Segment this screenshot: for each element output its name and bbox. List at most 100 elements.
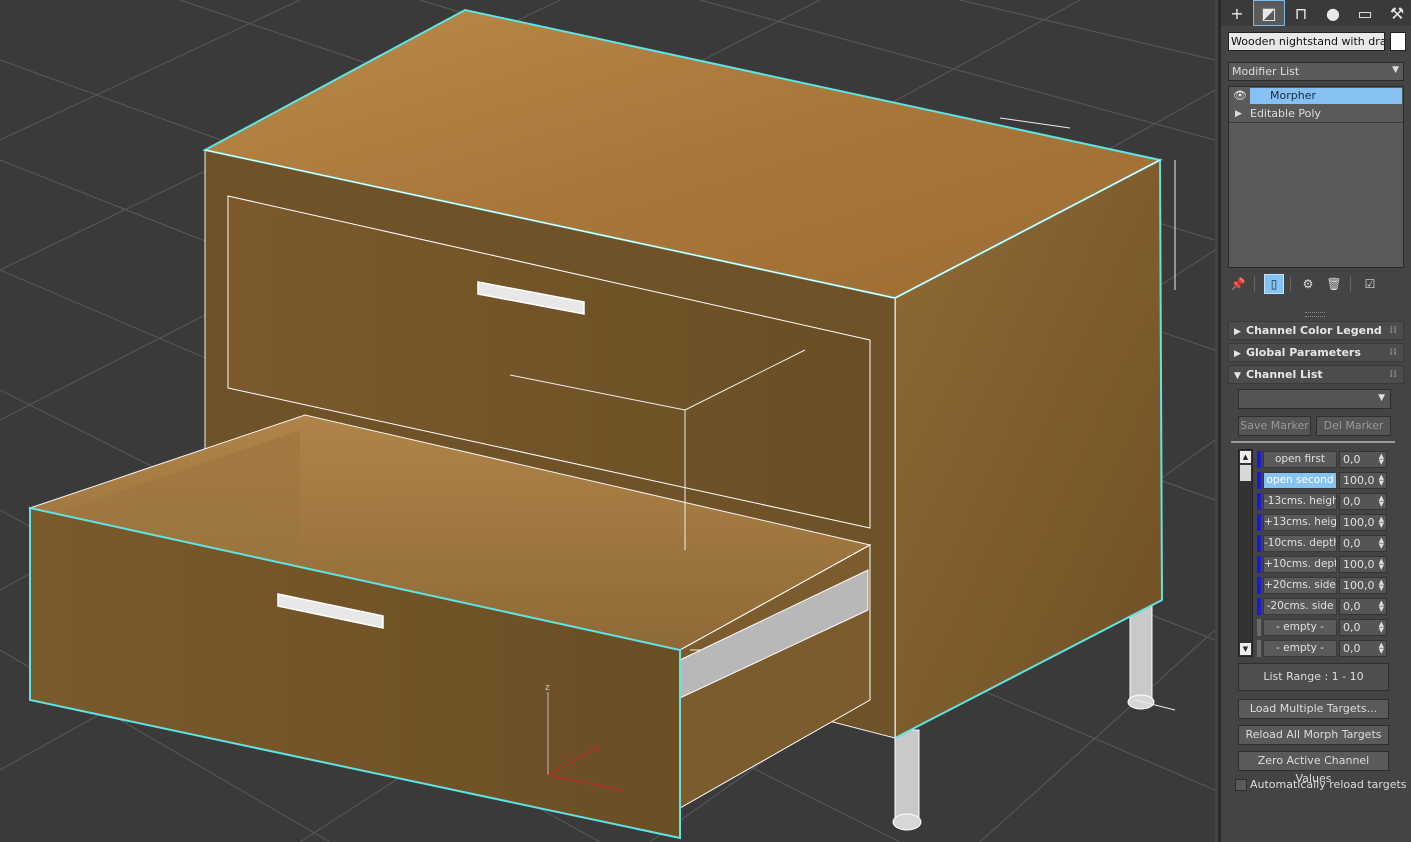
rollout-channel-color-legend[interactable]: ▶ Channel Color Legend ⁞⁞	[1228, 321, 1404, 340]
make-unique-icon[interactable]: ⚙	[1298, 274, 1318, 294]
channel-row[interactable]: +10cms. depth 100,0 ▲ ▼	[1257, 555, 1407, 574]
divider	[1254, 276, 1255, 292]
rollout-title: Channel Color Legend	[1246, 324, 1382, 337]
load-multiple-targets-button[interactable]: Load Multiple Targets...	[1238, 699, 1389, 719]
chevron-down-icon: ▼	[1392, 65, 1399, 75]
gizmo-z-label: z	[545, 683, 550, 693]
spinner-arrows-icon[interactable]: ▲ ▼	[1379, 474, 1384, 487]
spinner-arrows-icon[interactable]: ▲ ▼	[1379, 537, 1384, 550]
drag-handle-icon[interactable]: ⁞⁞	[1389, 366, 1397, 383]
channel-value-spinner[interactable]: 0,0 ▲ ▼	[1339, 598, 1387, 615]
channel-row[interactable]: -10cms. depth 0,0 ▲ ▼	[1257, 534, 1407, 553]
modify-tab-icon[interactable]: ◩	[1253, 0, 1285, 26]
channel-name-button[interactable]: open second	[1263, 472, 1337, 489]
spinner-arrows-icon[interactable]: ▲ ▼	[1379, 579, 1384, 592]
expanded-triangle-icon: ▼	[1234, 371, 1241, 381]
spinner-arrows-icon[interactable]: ▲ ▼	[1379, 495, 1384, 508]
stack-item-editable-poly[interactable]: ▶ Editable Poly	[1229, 105, 1403, 122]
save-marker-button[interactable]: Save Marker	[1238, 416, 1311, 436]
channel-value: 0,0	[1343, 621, 1361, 634]
channel-name-button[interactable]: +10cms. depth	[1263, 556, 1337, 573]
channel-scrollbar[interactable]: ▲ ▼	[1238, 449, 1253, 657]
channel-value-spinner[interactable]: 100,0 ▲ ▼	[1339, 514, 1387, 531]
command-panel-tabs: + ◩ ⊓ ● ▭ ⚒	[1221, 0, 1411, 26]
create-tab-icon[interactable]: +	[1221, 0, 1253, 26]
stack-item-label: Morpher	[1250, 88, 1402, 104]
object-name-field[interactable]: Wooden nightstand with drawer	[1228, 32, 1385, 51]
channel-value-spinner[interactable]: 0,0 ▲ ▼	[1339, 619, 1387, 636]
channel-name-button[interactable]: -10cms. depth	[1263, 535, 1337, 552]
channel-value-spinner[interactable]: 0,0 ▲ ▼	[1339, 640, 1387, 657]
channel-row[interactable]: open first 0,0 ▲ ▼	[1257, 450, 1407, 469]
channel-name-button[interactable]: +13cms. height	[1263, 514, 1337, 531]
zero-active-channel-values-button[interactable]: Zero Active Channel Values	[1238, 751, 1389, 785]
marker-dropdown[interactable]: ▼	[1238, 389, 1391, 409]
panel-resize-grip[interactable]	[1305, 312, 1325, 317]
rollout-global-parameters[interactable]: ▶ Global Parameters ⁞⁞	[1228, 343, 1404, 362]
del-marker-button[interactable]: Del Marker	[1316, 416, 1391, 436]
drag-handle-icon[interactable]: ⁞⁞	[1389, 322, 1397, 339]
channel-value-spinner[interactable]: 0,0 ▲ ▼	[1339, 493, 1387, 510]
channel-name-button[interactable]: - empty -	[1263, 619, 1337, 636]
show-end-result-icon[interactable]: ▯	[1264, 274, 1284, 294]
channel-name-button[interactable]: open first	[1263, 451, 1337, 468]
channel-value-spinner[interactable]: 100,0 ▲ ▼	[1339, 577, 1387, 594]
channel-name-button[interactable]: -13cms. height	[1263, 493, 1337, 510]
modifier-list-label: Modifier List	[1232, 65, 1300, 78]
remove-modifier-icon[interactable]: 🗑	[1324, 274, 1344, 294]
channel-value: 0,0	[1343, 495, 1361, 508]
hierarchy-tab-icon[interactable]: ⊓	[1285, 0, 1317, 26]
channel-color-bar	[1257, 619, 1261, 636]
configure-modifier-sets-icon[interactable]: ☑	[1360, 274, 1380, 294]
expand-triangle-icon[interactable]: ▶	[1235, 106, 1242, 122]
spinner-arrows-icon[interactable]: ▲ ▼	[1379, 558, 1384, 571]
reload-all-morph-targets-button[interactable]: Reload All Morph Targets	[1238, 725, 1389, 745]
scroll-up-icon[interactable]: ▲	[1240, 451, 1251, 463]
channel-value-spinner[interactable]: 0,0 ▲ ▼	[1339, 451, 1387, 468]
channel-color-bar	[1257, 598, 1261, 615]
channel-row[interactable]: open second 100,0 ▲ ▼	[1257, 471, 1407, 490]
channel-color-bar	[1257, 556, 1261, 573]
channel-row[interactable]: +20cms. side 100,0 ▲ ▼	[1257, 576, 1407, 595]
divider	[1290, 276, 1291, 292]
rollout-title: Global Parameters	[1246, 346, 1361, 359]
stack-item-morpher[interactable]: 👁 Morpher	[1229, 87, 1403, 104]
channel-row[interactable]: - empty - 0,0 ▲ ▼	[1257, 618, 1407, 637]
channel-name-button[interactable]: - empty -	[1263, 640, 1337, 657]
modifier-list-dropdown[interactable]: Modifier List ▼	[1228, 62, 1404, 81]
channel-row[interactable]: - empty - 0,0 ▲ ▼	[1257, 639, 1407, 658]
auto-reload-option[interactable]: Automatically reload targets	[1235, 778, 1407, 791]
channel-row[interactable]: -20cms. side 0,0 ▲ ▼	[1257, 597, 1407, 616]
channel-row[interactable]: -13cms. height 0,0 ▲ ▼	[1257, 492, 1407, 511]
utilities-tab-icon[interactable]: ⚒	[1381, 0, 1411, 26]
spinner-arrows-icon[interactable]: ▲ ▼	[1379, 516, 1384, 529]
perspective-viewport[interactable]: z y	[0, 0, 1215, 842]
channel-value-spinner[interactable]: 100,0 ▲ ▼	[1339, 472, 1387, 489]
display-tab-icon[interactable]: ▭	[1349, 0, 1381, 26]
spinner-arrows-icon[interactable]: ▲ ▼	[1379, 642, 1384, 655]
spinner-arrows-icon[interactable]: ▲ ▼	[1379, 453, 1384, 466]
viewport-scene: z y	[0, 0, 1215, 842]
eye-icon[interactable]: 👁	[1233, 88, 1249, 104]
command-panel: + ◩ ⊓ ● ▭ ⚒ Wooden nightstand with drawe…	[1218, 0, 1411, 842]
channel-color-bar	[1257, 514, 1261, 531]
channel-value: 0,0	[1343, 453, 1361, 466]
channel-name-button[interactable]: -20cms. side	[1263, 598, 1337, 615]
object-color-swatch[interactable]	[1390, 32, 1406, 51]
spinner-arrows-icon[interactable]: ▲ ▼	[1379, 600, 1384, 613]
channel-value-spinner[interactable]: 100,0 ▲ ▼	[1339, 556, 1387, 573]
auto-reload-checkbox[interactable]	[1235, 779, 1247, 791]
rollout-channel-list[interactable]: ▼ Channel List ⁞⁞	[1228, 365, 1404, 384]
scroll-down-icon[interactable]: ▼	[1240, 643, 1251, 655]
drag-handle-icon[interactable]: ⁞⁞	[1389, 344, 1397, 361]
scroll-thumb[interactable]	[1240, 465, 1251, 481]
channel-name-button[interactable]: +20cms. side	[1263, 577, 1337, 594]
channel-row[interactable]: +13cms. height 100,0 ▲▼	[1257, 513, 1407, 532]
channel-value-spinner[interactable]: 0,0 ▲ ▼	[1339, 535, 1387, 552]
channel-value: 0,0	[1343, 537, 1361, 550]
pin-stack-icon[interactable]: 📌	[1228, 274, 1248, 294]
spinner-arrows-icon[interactable]: ▲ ▼	[1379, 621, 1384, 634]
channel-color-bar	[1257, 640, 1261, 657]
modifier-stack: 👁 Morpher ▶ Editable Poly	[1228, 86, 1404, 268]
motion-tab-icon[interactable]: ●	[1317, 0, 1349, 26]
